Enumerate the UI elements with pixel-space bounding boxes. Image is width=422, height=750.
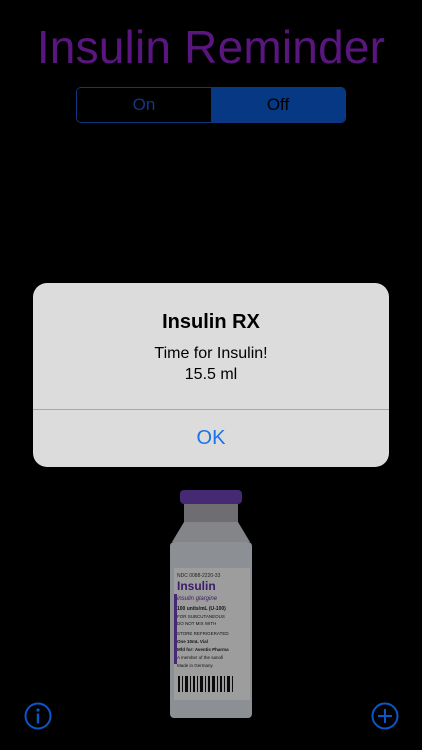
- alert-message-line2: 15.5 ml: [184, 366, 238, 383]
- alert-message-line1: Time for Insulin!: [154, 345, 268, 362]
- alert-message: Time for Insulin! 15.5 ml: [33, 343, 389, 385]
- insulin-alert-dialog: Insulin RX Time for Insulin! 15.5 ml OK: [33, 283, 389, 467]
- info-icon[interactable]: [24, 702, 52, 730]
- add-icon[interactable]: [371, 702, 399, 730]
- alert-ok-button[interactable]: OK: [33, 410, 389, 467]
- alert-title: Insulin RX: [162, 311, 260, 333]
